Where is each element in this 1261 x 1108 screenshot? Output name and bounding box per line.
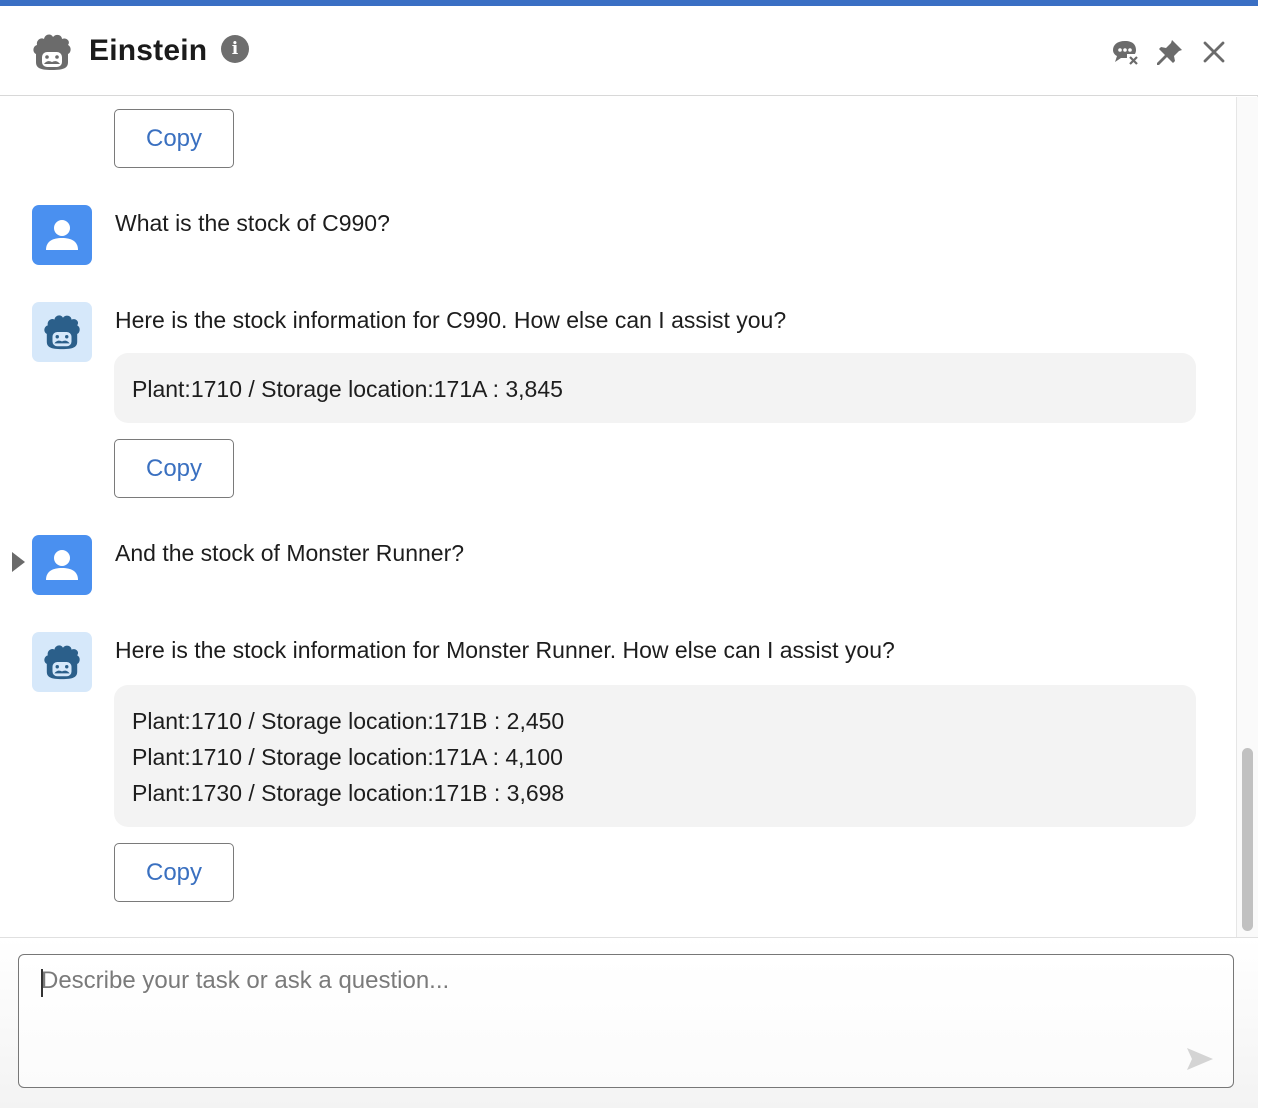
einstein-logo-icon (30, 32, 74, 72)
info-icon[interactable]: i (221, 35, 249, 63)
panel-title: Einstein (89, 34, 208, 67)
copy-button[interactable]: Copy (114, 439, 234, 498)
bot-avatar (32, 632, 92, 692)
bot-avatar (32, 302, 92, 362)
copy-button[interactable]: Copy (114, 109, 234, 168)
close-button[interactable] (1198, 36, 1230, 68)
send-button[interactable] (1185, 1045, 1215, 1073)
bot-message: Here is the stock information for Monste… (115, 637, 895, 663)
message-input-container (18, 954, 1234, 1088)
stock-result-line: Plant:1710 / Storage location:171A : 3,8… (132, 376, 563, 402)
composer-area (0, 937, 1258, 1108)
user-avatar (32, 205, 92, 265)
stock-result-box: Plant:1710 / Storage location:171B : 2,4… (114, 685, 1196, 827)
einstein-panel: Einstein i Copy What is the stock of C99… (0, 0, 1258, 1108)
user-icon (46, 220, 78, 250)
panel-header: Einstein i (0, 6, 1258, 96)
end-chat-button[interactable] (1109, 36, 1141, 68)
user-icon (46, 550, 78, 580)
bot-message: Here is the stock information for C990. … (115, 307, 787, 333)
user-message: And the stock of Monster Runner? (115, 540, 465, 566)
stock-result-line: Plant:1710 / Storage location:171B : 2,4… (132, 708, 565, 734)
pin-icon (1157, 40, 1182, 65)
scrollbar[interactable] (1236, 97, 1258, 937)
expand-caret-icon[interactable] (12, 552, 25, 572)
scrollbar-thumb[interactable] (1242, 748, 1253, 931)
message-input[interactable] (41, 967, 1161, 1067)
einstein-bot-icon (44, 315, 80, 350)
pin-button[interactable] (1154, 36, 1186, 68)
conversation-area: Copy What is the stock of C990? Here is … (0, 97, 1236, 937)
copy-button[interactable]: Copy (114, 843, 234, 902)
stock-result-box: Plant:1710 / Storage location:171A : 3,8… (114, 353, 1196, 423)
einstein-bot-icon (44, 645, 80, 680)
chat-end-icon (1113, 41, 1140, 67)
send-icon (1187, 1048, 1213, 1070)
stock-result-line: Plant:1710 / Storage location:171A : 4,1… (132, 744, 563, 770)
user-avatar (32, 535, 92, 595)
close-icon (1203, 41, 1225, 63)
user-message: What is the stock of C990? (115, 210, 390, 236)
stock-result-line: Plant:1730 / Storage location:171B : 3,6… (132, 780, 565, 806)
